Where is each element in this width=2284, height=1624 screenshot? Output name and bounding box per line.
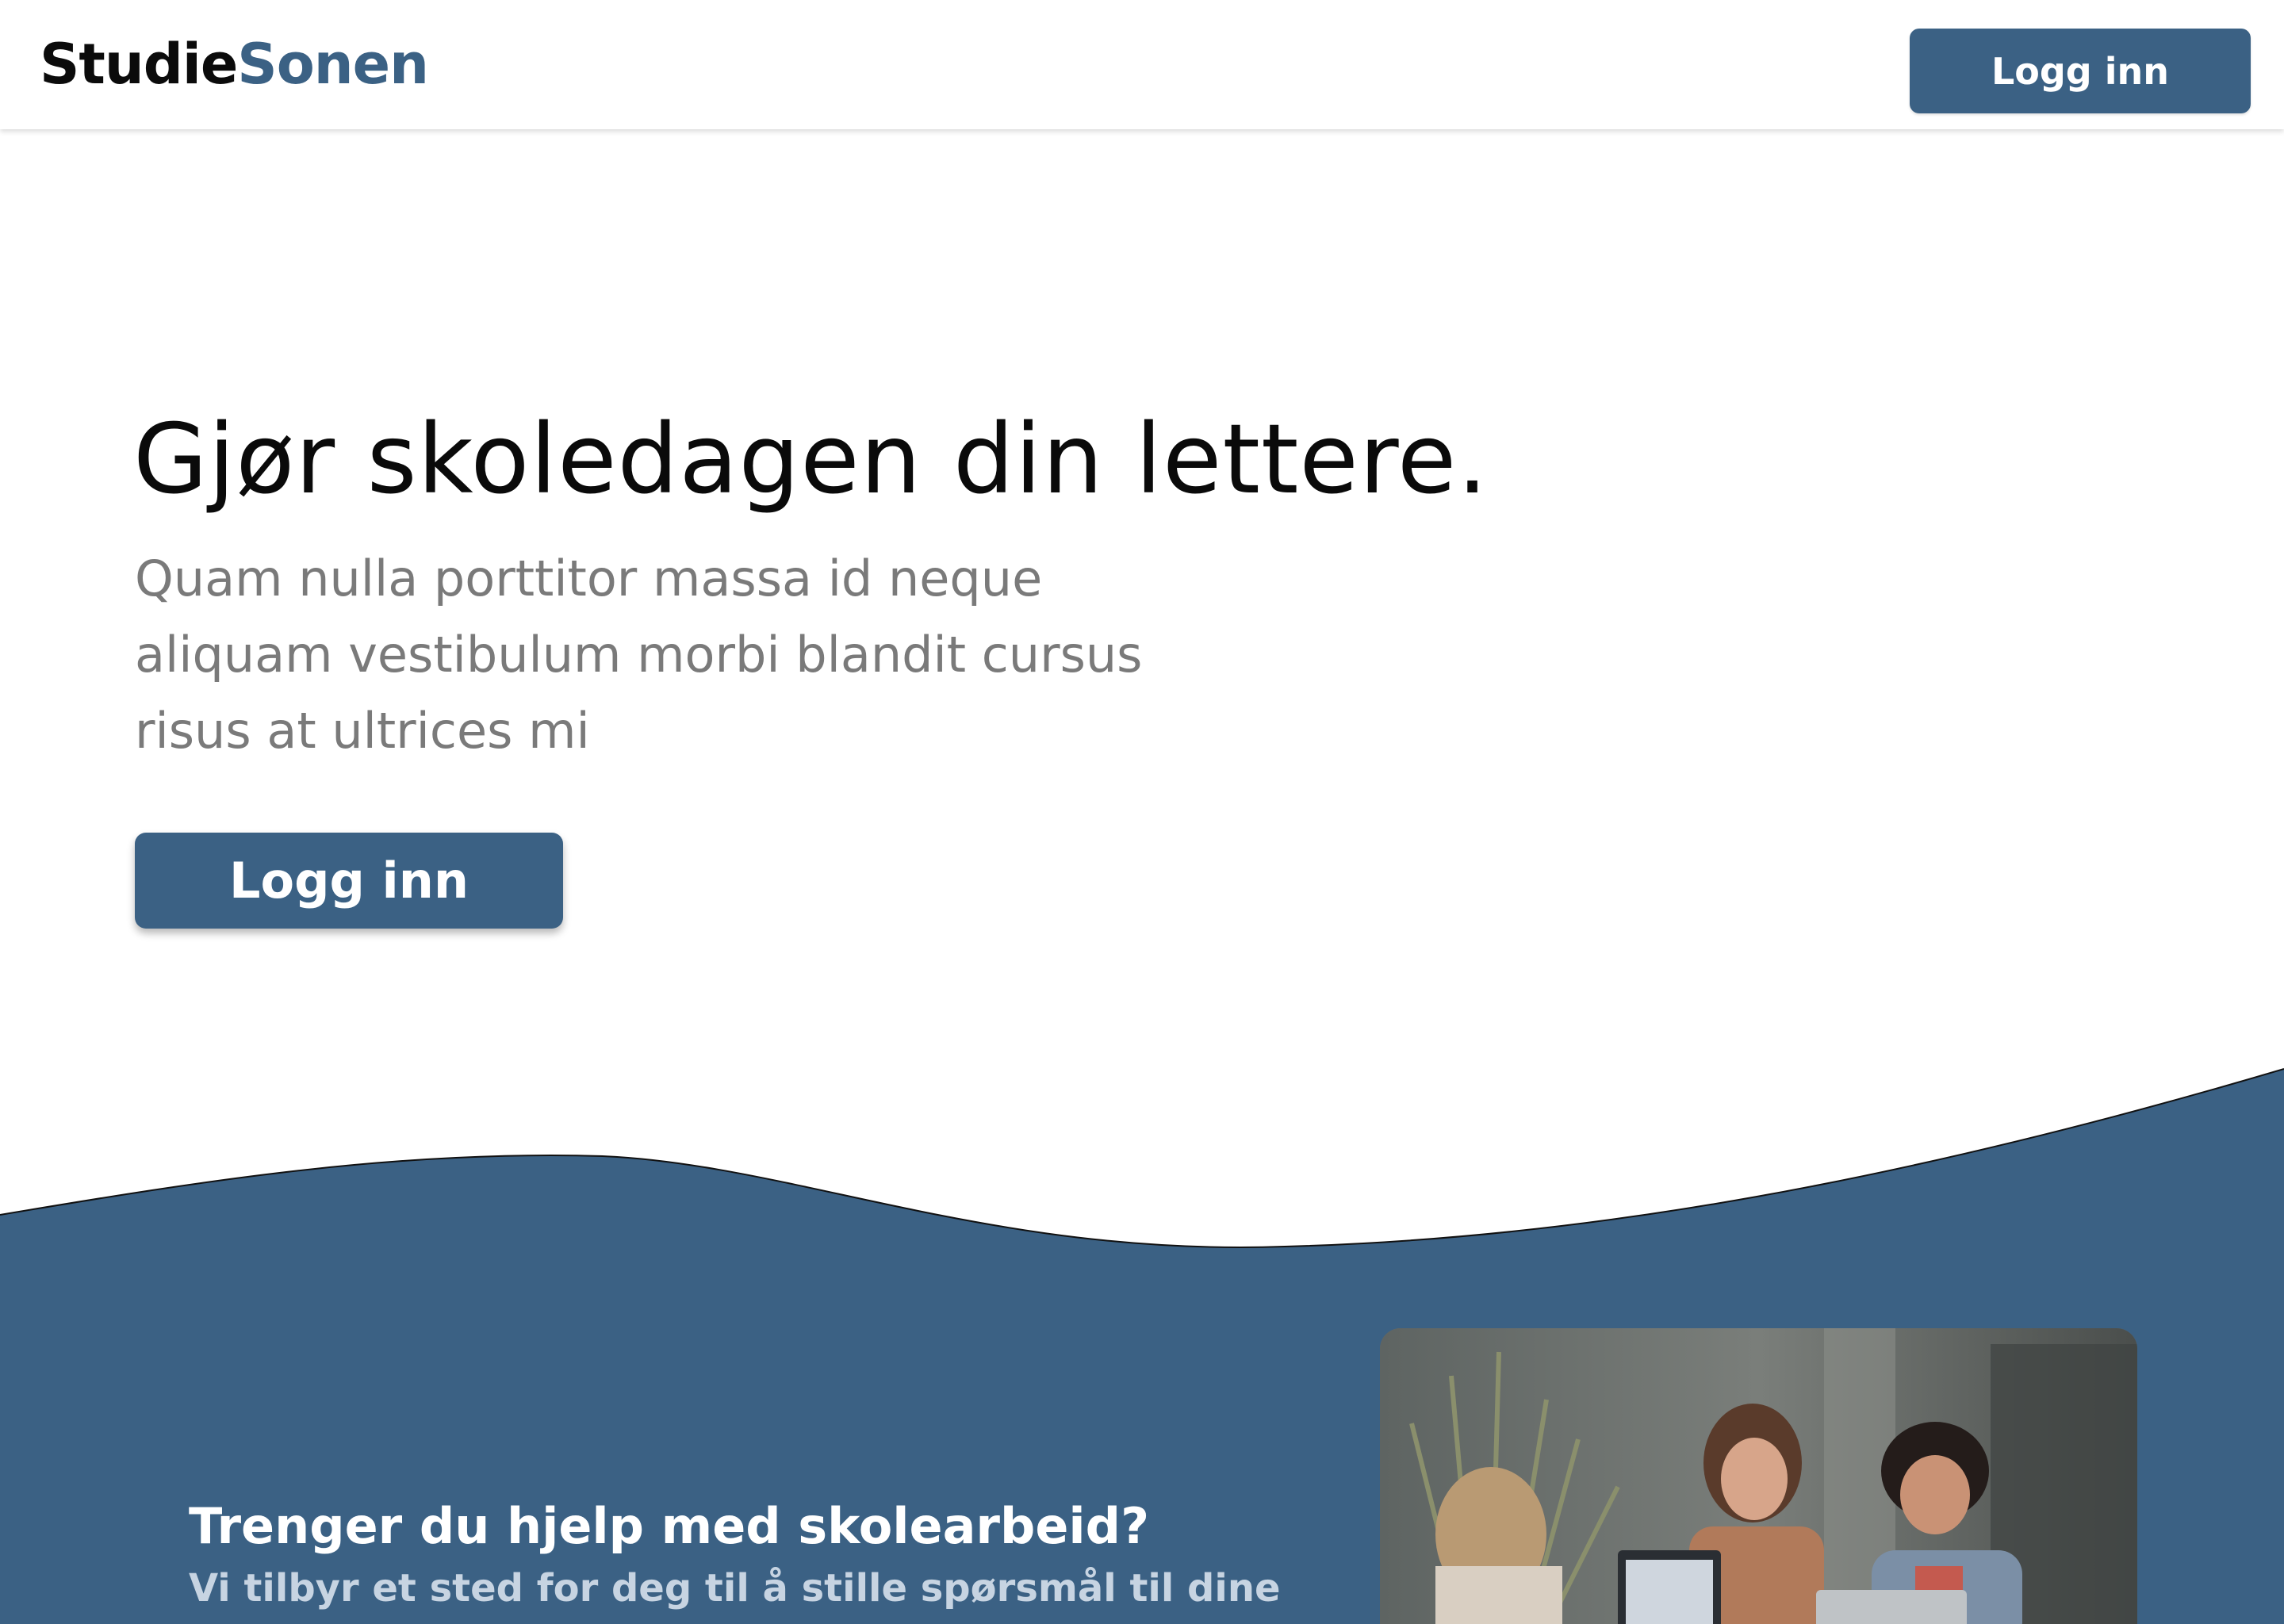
- top-bar: StudieSonen Logg inn: [0, 0, 2284, 129]
- hero-login-button[interactable]: Logg inn: [135, 833, 563, 929]
- wave-divider: [0, 1068, 2284, 1285]
- logo-text-sonen: Sonen: [237, 32, 429, 97]
- info-text: Vi tilbyr et sted for deg til å stille s…: [189, 1566, 1281, 1611]
- header-login-button[interactable]: Logg inn: [1910, 29, 2251, 113]
- info-title: Trenger du hjelp med skolearbeid?: [189, 1497, 1150, 1555]
- logo[interactable]: StudieSonen: [40, 29, 429, 100]
- landing-page: StudieSonen Logg inn Gjør skoledagen din…: [0, 0, 2284, 1624]
- logo-text-studie: Studie: [40, 32, 238, 97]
- hero-subtitle: Quam nulla porttitor massa id neque aliq…: [135, 550, 1143, 760]
- photo-illustration: [1380, 1328, 2137, 1624]
- hero-title: Gjør skoledagen din lettere.: [133, 404, 1489, 515]
- students-laughing-photo: [1380, 1328, 2137, 1624]
